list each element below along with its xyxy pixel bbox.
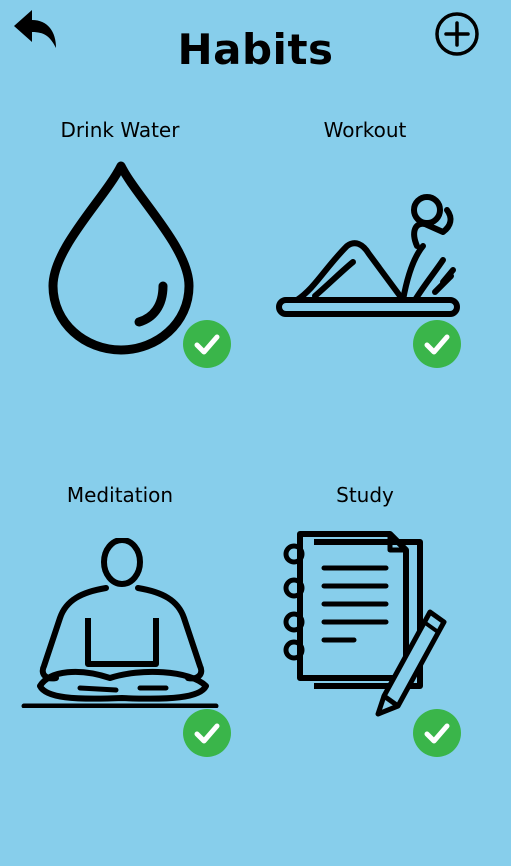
habit-card-workout[interactable]: Workout — [250, 118, 480, 418]
plus-circle-icon — [435, 12, 479, 56]
completed-check-icon — [413, 709, 461, 757]
habit-label: Meditation — [66, 483, 174, 507]
add-habit-button[interactable] — [434, 12, 480, 58]
completed-check-icon — [183, 709, 231, 757]
habit-label: Workout — [323, 118, 407, 142]
completed-check-icon — [183, 320, 231, 368]
habit-card-meditation[interactable]: Meditation — [5, 483, 235, 783]
habit-card-drink-water[interactable]: Drink Water — [5, 118, 235, 418]
habit-label: Study — [336, 483, 394, 507]
water-drop-icon — [48, 161, 194, 355]
completed-check-icon — [413, 320, 461, 368]
habit-card-study[interactable]: Study — [250, 483, 480, 783]
meditation-pose-icon — [21, 538, 219, 708]
habit-label: Drink Water — [60, 118, 180, 142]
notebook-pencil-icon — [283, 531, 447, 717]
situp-exercise-icon — [276, 194, 460, 317]
